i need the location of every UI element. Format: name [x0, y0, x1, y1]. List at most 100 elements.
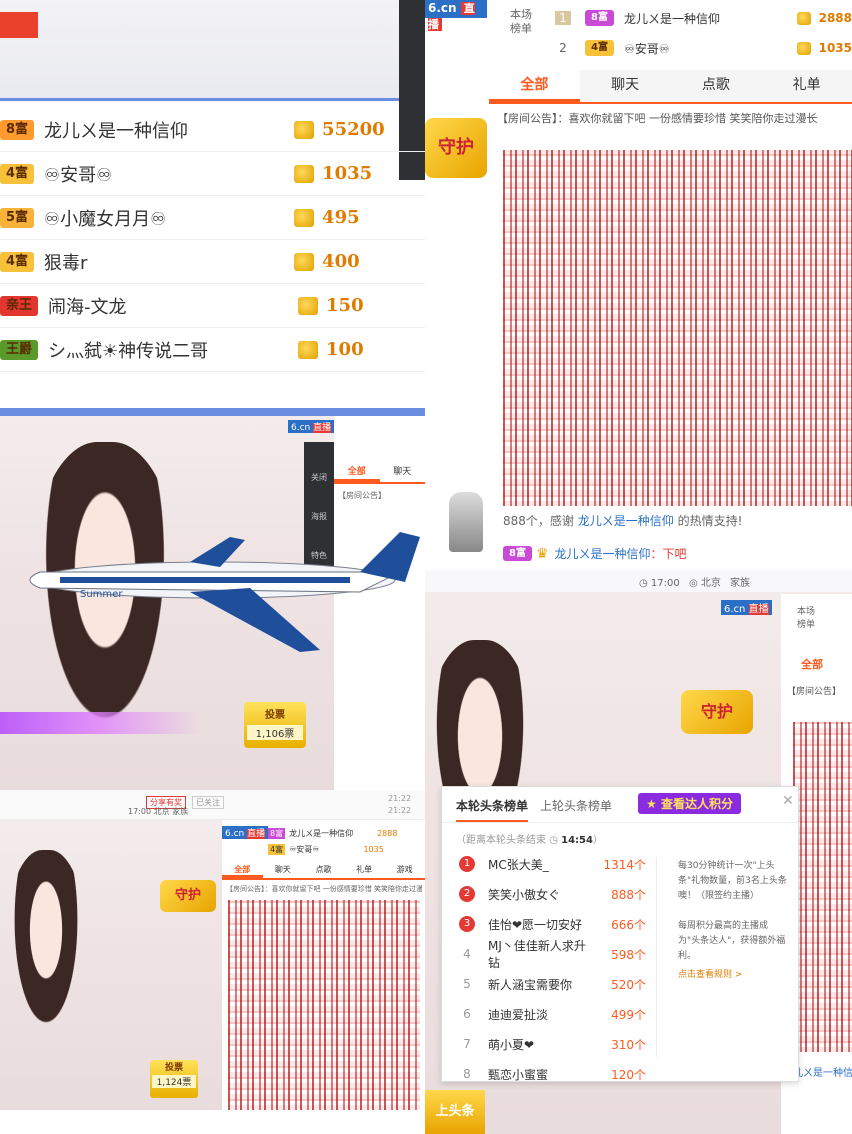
rank-row[interactable]: 5富 ♾小魔女月月♾ 495	[0, 196, 425, 240]
small-badge-1: 8富	[268, 828, 286, 839]
gift-score: 499个	[611, 1007, 646, 1022]
rank-number: 1	[459, 856, 475, 872]
view-score-button[interactable]: ★ 查看达人积分	[638, 793, 741, 814]
small-rank-1[interactable]: 8富 龙儿ㄨ是一种信仰 2888	[268, 828, 397, 839]
small-chat-tabs: 全部 聊天 点歌 礼单 游戏	[222, 862, 425, 880]
wealth-badge: 5富	[0, 207, 35, 228]
coin-icon	[294, 252, 315, 271]
vote-box-small[interactable]: 投票 1,124票	[150, 1060, 198, 1098]
rank-row[interactable]: 4富 ♾安哥♾ 1035	[0, 152, 425, 196]
wealth-badge: 8富	[585, 10, 614, 26]
streamer-small	[6, 850, 86, 1050]
side-tab-all[interactable]: 全部	[801, 656, 823, 672]
gift-score: 120个	[611, 1067, 646, 1082]
leaderboard-row[interactable]: 7 萌小夏❤ 310个	[456, 1029, 796, 1059]
chat-user[interactable]: 龙儿ㄨ是一种信仰	[555, 545, 651, 562]
plane-label: Summer	[80, 589, 123, 600]
rank-row[interactable]: 王爵 シ灬弑☀神传说二哥 100	[0, 328, 425, 372]
leaderboard-tabs: 本轮头条榜单 上轮头条榜单 ★ 查看达人积分 ✕	[442, 787, 800, 823]
score: 400	[322, 251, 360, 272]
streamer-name: 迪迪爱扯淡	[488, 1007, 549, 1022]
rank-tab-label[interactable]: 本场 榜单	[503, 8, 539, 36]
tab-all[interactable]: 全部	[489, 70, 580, 102]
rules-link[interactable]: 点击查看规则 >	[678, 967, 742, 980]
gift-count: 888个，感谢	[503, 514, 574, 528]
top-rank-row-1[interactable]: 1 8富 龙儿ㄨ是一种信仰 2888	[555, 7, 852, 29]
announcement: 【房间公告】：喜欢你就留下吧 一份感情要珍惜 笑笑陪你走过漫长	[497, 112, 818, 125]
tab-chat[interactable]: 聊天	[580, 70, 671, 102]
gift-wall	[503, 150, 852, 506]
small-tab-chat[interactable]: 聊天	[263, 862, 304, 878]
rank-tab-line1: 本场	[510, 8, 532, 21]
tab-song[interactable]: 点歌	[671, 70, 762, 102]
tab-previous-round[interactable]: 上轮头条榜单	[540, 797, 612, 814]
streamer-name: 新人涵宝需要你	[488, 977, 573, 992]
small-announcement: 【房间公告】：喜欢你就留下吧 一份感情要珍惜 笑笑陪你走过漫长	[226, 885, 422, 893]
leaderboard-row[interactable]: 8 甄恋小蜜蜜 120个	[456, 1059, 796, 1089]
coin-icon	[294, 120, 315, 139]
headline-badge[interactable]: 上头条	[425, 1090, 485, 1134]
rank-row[interactable]: 4富 狠毒r 400	[0, 240, 425, 284]
coin-icon	[294, 164, 315, 183]
wealth-badge: 4富	[0, 251, 35, 272]
small-tab-gift[interactable]: 礼单	[344, 862, 385, 878]
wealth-badge: 亲王	[0, 295, 39, 316]
status-family-2: 家族	[730, 578, 751, 589]
small-tab-song[interactable]: 点歌	[303, 862, 344, 878]
small-score-2: 1035	[363, 845, 384, 854]
vote-label: 投票	[265, 710, 285, 721]
small-gift-wall	[228, 900, 420, 1110]
status-family: 家族	[172, 807, 189, 816]
leaderboard-row[interactable]: 6 迪迪爱扯淡 499个	[456, 999, 796, 1029]
leaderboard-row[interactable]: 5 新人涵宝需要你 520个	[456, 969, 796, 999]
streamer-name: MJ丶佳佳新人求升钻	[488, 939, 586, 970]
guard-small-label: 守护	[174, 888, 201, 903]
guard-badge-left: 守护	[425, 118, 487, 178]
site-name: 6.cn	[428, 1, 457, 15]
rank-number: 3	[459, 916, 475, 932]
small-rank-2[interactable]: 4富 ♾安哥♾ 1035	[268, 844, 384, 855]
small-tab-game[interactable]: 游戏	[384, 862, 425, 878]
streamer-name: MC张大美_	[488, 857, 549, 872]
stream-plane-panel: 关闭 海报 特色 6.cn 直播 全部 聊天 【房间公告】 Summer 投票 …	[0, 412, 425, 790]
gift-user[interactable]: 龙儿ㄨ是一种信仰	[578, 514, 674, 528]
follow-button[interactable]: 已关注	[192, 796, 224, 809]
chat-small: 6.cn 直播 8富 龙儿ㄨ是一种信仰 2888 4富 ♾安哥♾ 1035 全部…	[222, 820, 425, 1134]
side-live: 直播	[748, 604, 769, 615]
close-icon[interactable]: ✕	[782, 793, 794, 809]
headline-label: 上头条	[435, 1104, 475, 1119]
view-score-label: 查看达人积分	[660, 797, 733, 811]
rank-row[interactable]: 8富 龙儿ㄨ是一种信仰 55200	[0, 108, 425, 152]
site-logo[interactable]: 6.cn 直播	[425, 0, 487, 31]
top-rank-row-2[interactable]: 2 4富 ♾安哥♾ 1035	[555, 37, 852, 59]
rank-row[interactable]: 亲王 闹海-文龙 150	[0, 284, 425, 328]
small-tab-all[interactable]: 全部	[222, 862, 263, 878]
tab-gift[interactable]: 礼单	[761, 70, 852, 102]
rule-note-1: 每30分钟统计一次"上头条"礼物数量，前3名上头条噢！（限签约主播）	[678, 861, 787, 901]
gift-score: 310个	[611, 1037, 646, 1052]
status-strip: ◷ 17:00 ◎ 北京 家族	[425, 570, 852, 592]
rank-number: 8	[463, 1067, 471, 1081]
location-icon: ◎	[688, 578, 698, 589]
rank-num: 1	[555, 11, 571, 25]
score: 1035	[322, 163, 373, 184]
leaderboard-popup: 本轮头条榜单 上轮头条榜单 ★ 查看达人积分 ✕ （距离本轮头条结束 ◷ 14:…	[441, 786, 800, 1082]
small-name-1: 龙儿ㄨ是一种信仰	[289, 829, 354, 838]
side-rank-1: 本场	[797, 607, 816, 617]
red-ribbon	[0, 12, 38, 38]
countdown: （距离本轮头条结束 ◷ 14:54）	[456, 835, 603, 846]
rank-list-panel: 8富 龙儿ㄨ是一种信仰 55200 4富 ♾安哥♾ 1035 5富 ♾小魔女月月♾ 495 4富狠…	[0, 0, 425, 412]
time-2: 21:22	[388, 806, 412, 815]
small-badge-2: 4富	[268, 844, 286, 855]
score: 100	[326, 339, 364, 360]
gift-score: 598个	[611, 947, 646, 962]
vote-box[interactable]: 投票 1,106票	[244, 702, 306, 748]
stream-small-panel: 分享有奖 已关注 21:22 21:22 17:00 北京 家族 守护 投票 1…	[0, 790, 425, 1134]
guard-emblem-2: 守护	[681, 690, 753, 734]
wealth-badge: 8富	[0, 119, 35, 140]
status-time: 17:00	[128, 807, 152, 816]
gift-score: 666个	[611, 917, 646, 932]
headline-panel: ◷ 17:00 ◎ 北京 家族 守护 6.cn 直播 本场 榜单 全部 【房间公…	[425, 570, 852, 1134]
tab-current-round[interactable]: 本轮头条榜单	[456, 797, 529, 822]
chat-small-logo: 6.cn 直播	[222, 826, 269, 839]
